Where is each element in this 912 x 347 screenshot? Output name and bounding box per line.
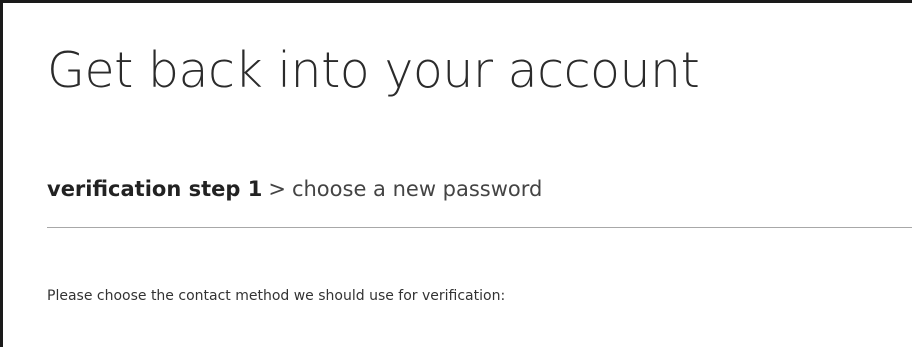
breadcrumb-current-step: verification step 1 [47,177,263,201]
breadcrumb-next-step: choose a new password [291,177,543,201]
section-divider [47,227,912,228]
breadcrumb: verification step 1 > choose a new passwor… [47,175,542,203]
page-title: Get back into your account [47,42,700,99]
breadcrumb-separator: > [268,177,286,201]
instruction-text: Please choose the contact method we shou… [47,288,506,304]
recovery-page: Get back into your account verification … [0,0,912,347]
